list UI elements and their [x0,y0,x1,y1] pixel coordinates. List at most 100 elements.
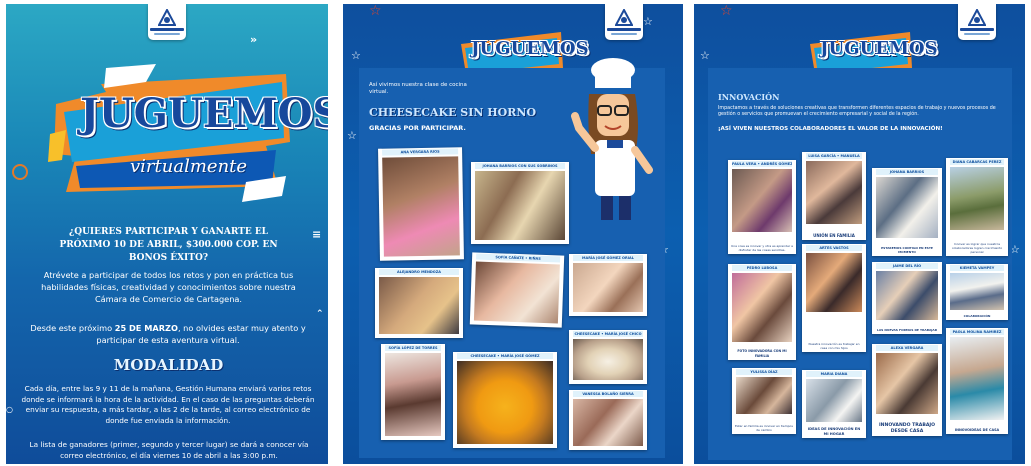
photo-card: KIEMETA VAMPEY COLABORACIÓN [946,264,1008,320]
circle-decoration-icon: ○ [6,405,13,414]
section-heading: CHEESECAKE SIN HORNO [369,106,537,119]
photo-card: MARIA DIANA IDEAS DE INNOVACIÓN EN MI HO… [802,370,866,438]
photo-card: LUISA GARCÍA • MANUELA UNIÓN EN FAMILIA [802,152,866,240]
photo-image [950,337,1004,420]
photo-label: JOHANA BARRIOS CON SUS SOBRINOS [475,163,565,169]
equals-decoration-icon: ≡ [312,228,322,241]
camara-comercio-logo [605,4,643,40]
question-heading: ¿QUIERES PARTICIPAR Y GANARTE EL PRÓXIMO… [59,227,278,263]
title-main: JUGUEMOS [820,38,938,59]
photo-card: DIANA CABARCAS PEREZ Innovar es lograr q… [946,158,1008,256]
photo-caption: COLABORACIÓN [963,314,991,318]
ring-decoration [12,164,28,180]
photo-image [475,171,565,240]
photo-image [876,353,938,414]
photo-label: MARÍA JOSÉ GÓMEZ ORIAL [573,255,643,261]
title-main: JUGUEMOS [471,38,589,59]
photo-image [573,263,643,312]
photo-card: PAULA VERA • ANDRÉS GÓMEZ Una cosa es in… [728,160,796,254]
chevron-up-icon: ⌃ [316,309,324,319]
photo-caption: Estar en familia es innovar en tiempos d… [735,424,793,432]
title-sub: virtualmente [130,156,248,177]
winners-text: La lista de ganadores (primer, segundo y… [29,440,309,460]
photo-label: MARIA DIANA [806,371,862,377]
section-heading: INNOVACIÓN [718,92,780,102]
star-icon: ☆ [720,4,733,19]
photo-caption: INNOVANDO TRABAJO DESDE CASA [878,423,936,434]
photo-image [473,261,560,324]
photo-card: MARÍA JOSÉ GÓMEZ ORIAL [569,254,647,316]
photo-card: ALEXA VERGARA INNOVANDO TRABAJO DESDE CA… [872,344,942,436]
photo-card: SOFÍA LÓPEZ DE TORRES [381,344,445,440]
photo-image [382,156,460,257]
poster-innovacion: ☆ ☆ ☆ JUGUEMOS virtualmente INNOVACIÓN I… [694,4,1025,464]
date-text: Desde este próximo 25 DE MARZO, no olvid… [28,322,308,346]
photo-label: DIANA CABARCAS PEREZ [950,159,1004,165]
tagline-text: ¡ASÍ VIVEN NUESTROS COLABORADORES EL VAL… [718,126,943,132]
photo-caption: UNIÓN EN FAMILIA [813,233,855,238]
photo-image [379,277,459,334]
photo-label: JOHANA BARRIOS [876,169,938,175]
title-main: JUGUEMOS [80,90,328,137]
photo-image [950,167,1004,230]
photo-image [876,271,938,320]
photo-label: ALEJANDRO MENDOZA [379,269,459,275]
title-badge: JUGUEMOS virtualmente [46,64,328,204]
section-body: Impactamos a través de soluciones creati… [718,106,996,118]
photo-card: JOHANA BARRIOS CON SUS SOBRINOS [471,162,569,244]
photo-label: YULISSA DÍAZ [736,369,792,375]
photo-card: VANESSA BOLAÑO SIERRA [569,390,647,450]
photo-image [806,379,862,422]
intro-text: Así vivimos nuestra clase de cocina virt… [369,82,467,95]
content-frame: Así vivimos nuestra clase de cocina virt… [359,58,665,458]
photo-label: LUISA GARCÍA • MANUELA [806,153,862,159]
photo-image [732,273,792,342]
photo-image [806,161,862,224]
photo-label: KIEMETA VAMPEY [950,265,1004,271]
photo-card: JOHANA BARRIOS ESTAREMOS CONTIGO EN ESTE… [872,168,942,256]
photo-caption: Innovar es lograr que nuestros colaborad… [951,242,1003,254]
photo-card: ANA VERGARA RIOS [378,147,464,261]
photo-image [732,169,792,232]
photo-image [736,377,792,414]
photo-caption: Una cosa es innovar y otra es aprender a… [731,244,793,252]
photo-label: ALEXA VERGARA [876,345,938,351]
photo-image [385,353,441,436]
photo-card: ARTES VASTOS Nuestra innovación es traba… [802,244,866,352]
star-icon: ☆ [369,4,382,19]
photo-label: PEDRO LUBOSA [732,265,792,271]
photo-image [806,253,862,312]
photo-card: PEDRO LUBOSA FOTO INNOVADORA CON MI FAMI… [728,264,796,360]
photo-caption: INNOVOIDEAS DE CASA [954,427,1000,432]
chef-character [571,58,653,220]
date-bold: 25 DE MARZO [114,323,178,333]
photo-label: CHEESECAKE • MARÍA JOSÉ CHICO [573,331,643,337]
intro-text: Atrévete a participar de todos los retos… [41,270,296,304]
photo-card: PAOLA MOLINA RAMIREZ INNOVOIDEAS DE CASA [946,328,1008,434]
chevron-right-icon: » [250,33,258,46]
photo-caption: Nuestra innovación es trabajar en casa c… [808,342,860,350]
poster-announcement: » ≡ ⌃ ○ JUGUEMOS virtualmente ¿QUIERES P… [6,4,328,464]
photo-label: JAIME DEL RÍO [876,263,938,269]
date-prefix: Desde este próximo [30,323,115,333]
modalidad-heading: MODALIDAD [113,356,224,374]
thanks-text: GRACIAS POR PARTICIPAR. [369,124,466,132]
star-icon: ☆ [351,49,361,62]
photo-image [876,177,938,238]
photo-label: PAOLA MOLINA RAMIREZ [950,329,1004,335]
photo-image [573,339,643,380]
star-icon: ☆ [347,129,357,142]
camara-comercio-logo [148,4,186,40]
content-frame: INNOVACIÓN Impactamos a través de soluci… [708,68,1012,460]
photo-image [950,273,1004,310]
photo-caption: ESTAREMOS CONTIGO EN ESTE MOMENTO [881,246,933,254]
modalidad-body: Cada día, entre las 9 y 11 de la mañana,… [21,384,315,425]
photo-card: CHEESECAKE • MARÍA JOSÉ CHICO [569,330,647,384]
photo-label: VANESSA BOLAÑO SIERRA [573,391,643,397]
photo-caption: IDEAS DE INNOVACIÓN EN MI HOGAR [807,427,861,436]
star-icon: ☆ [643,15,653,28]
photo-label: ANA VERGARA RIOS [382,148,459,156]
photo-label: ARTES VASTOS [806,245,862,251]
photo-image [457,361,553,444]
photo-card: CHEESECAKE • MARÍA JOSÉ GÓMEZ [453,352,557,448]
